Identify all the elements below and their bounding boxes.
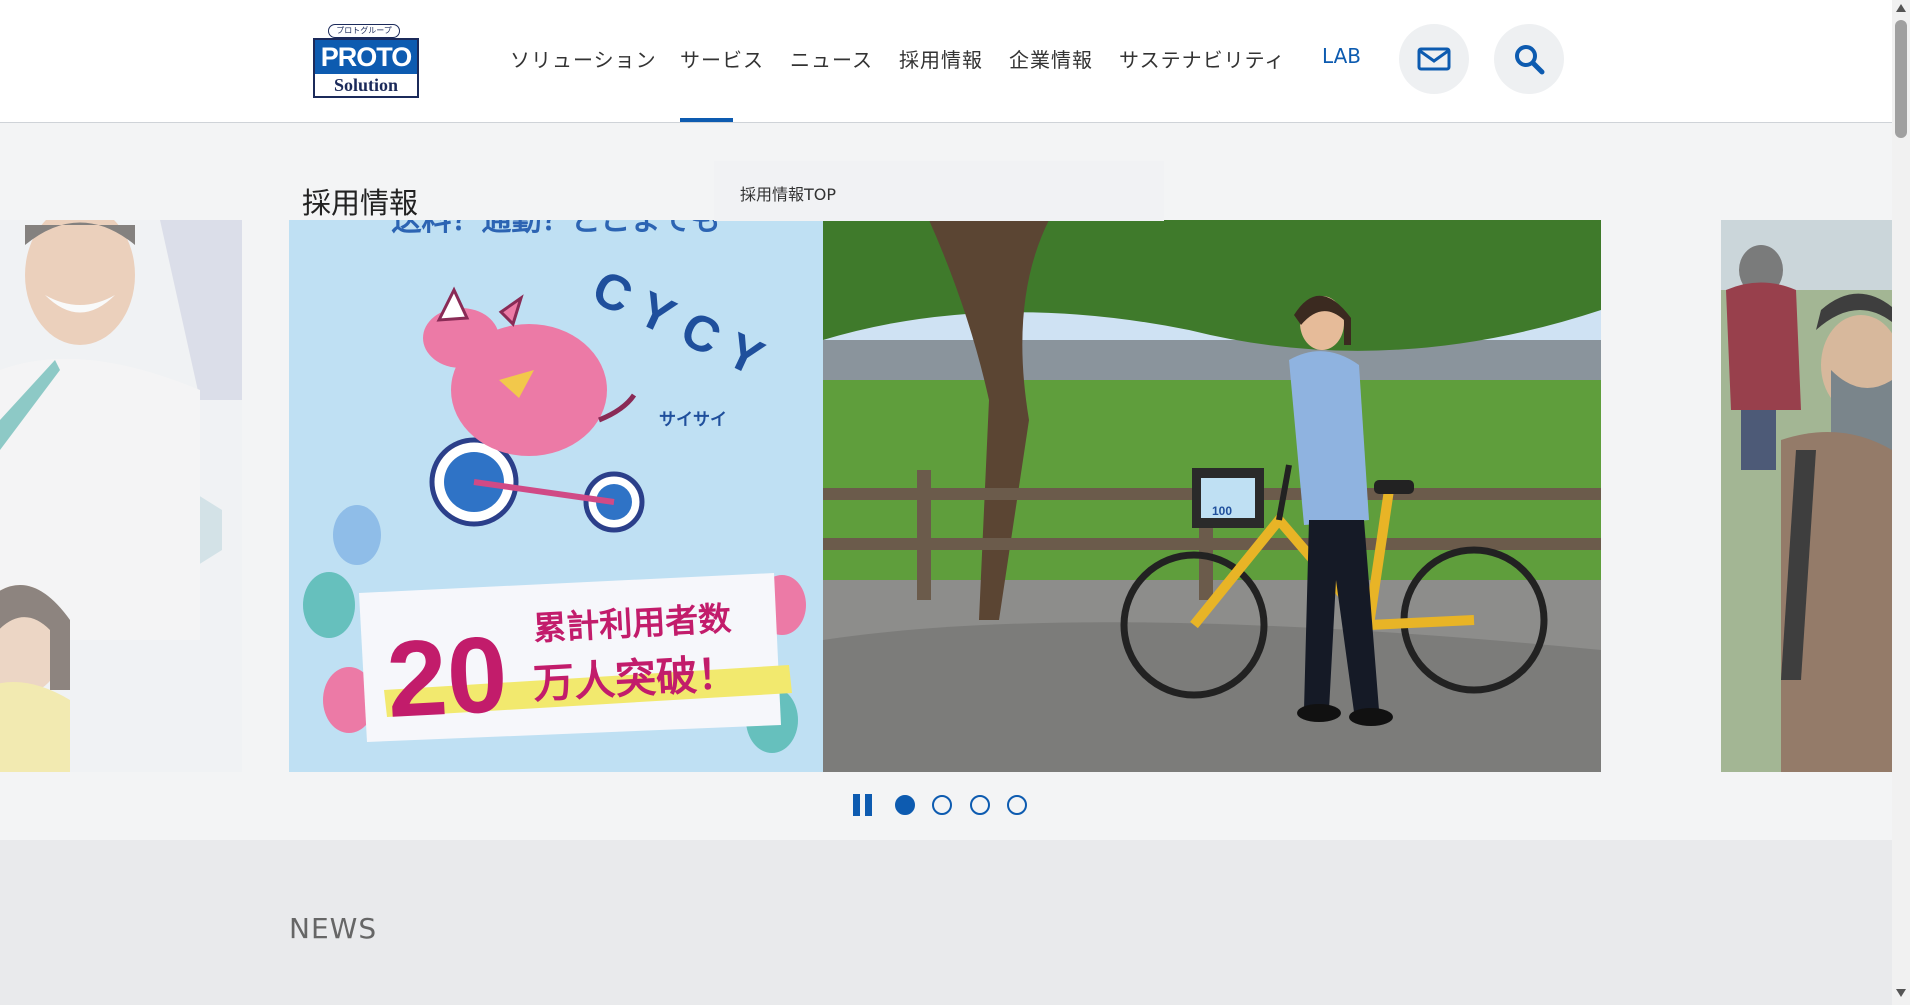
page-scrollbar[interactable]	[1892, 0, 1910, 1005]
slider-dot-1[interactable]	[895, 795, 915, 815]
scroll-down-arrow-icon[interactable]	[1896, 989, 1906, 997]
slider-dot-3[interactable]	[970, 795, 990, 815]
slider-dot-2[interactable]	[932, 795, 952, 815]
nav-active-indicator	[680, 118, 733, 122]
slider-dot-4[interactable]	[1007, 795, 1027, 815]
nav-item-recruit[interactable]: 採用情報	[899, 44, 983, 73]
pause-icon	[853, 794, 860, 816]
slider-controls	[0, 787, 1892, 823]
logo-name-top: PROTO	[315, 40, 417, 74]
search-icon	[1515, 45, 1545, 75]
slider-pause-button[interactable]	[853, 794, 873, 816]
slide-previous-image	[0, 220, 242, 772]
banner-top-text: 送料？通勤？どこまでも	[391, 220, 720, 238]
basket-label: 100	[1212, 504, 1232, 518]
mail-icon	[1417, 47, 1451, 71]
proto-solution-logo[interactable]: プロトグループ PROTO Solution	[310, 22, 420, 100]
submenu-item-recruit-top[interactable]: 採用情報TOP	[740, 181, 836, 205]
scrollbar-thumb[interactable]	[1895, 20, 1907, 138]
submenu-panel: 採用情報TOP	[714, 161, 1164, 221]
news-heading: NEWS	[289, 912, 378, 945]
nav-item-company[interactable]: 企業情報	[1009, 44, 1093, 73]
hero-slider: 送料？通勤？どこまでも CYCY サイサイ 20 累計利用者数 万人突破！ 10…	[0, 220, 1892, 772]
banner-brand-kana: サイサイ	[659, 410, 727, 430]
nav-item-services[interactable]: サービス	[680, 44, 764, 73]
nav-item-news[interactable]: ニュース	[790, 44, 873, 73]
slide-current[interactable]: 送料？通勤？どこまでも CYCY サイサイ 20 累計利用者数 万人突破！ 10…	[289, 220, 1601, 772]
nav-item-solutions[interactable]: ソリューション	[510, 44, 657, 73]
site-header: プロトグループ PROTO Solution ソリューション サービス ニュース…	[0, 0, 1892, 123]
nav-item-lab[interactable]: LAB	[1322, 44, 1361, 68]
slide-previous[interactable]	[0, 220, 242, 772]
logo-group-tag: プロトグループ	[328, 24, 400, 38]
search-button[interactable]	[1494, 24, 1564, 94]
slide-current-image: 送料？通勤？どこまでも CYCY サイサイ 20 累計利用者数 万人突破！ 10…	[289, 220, 1601, 772]
contact-button[interactable]	[1399, 24, 1469, 94]
banner-count: 20	[384, 613, 510, 740]
scroll-up-arrow-icon[interactable]	[1896, 4, 1906, 12]
submenu-title: 採用情報	[302, 186, 419, 220]
slide-next[interactable]	[1721, 220, 1892, 772]
logo-name-bottom: Solution	[333, 75, 399, 95]
nav-item-sustainability[interactable]: サステナビリティ	[1119, 44, 1285, 73]
news-section: NEWS	[0, 840, 1892, 1005]
slide-next-image	[1721, 220, 1892, 772]
